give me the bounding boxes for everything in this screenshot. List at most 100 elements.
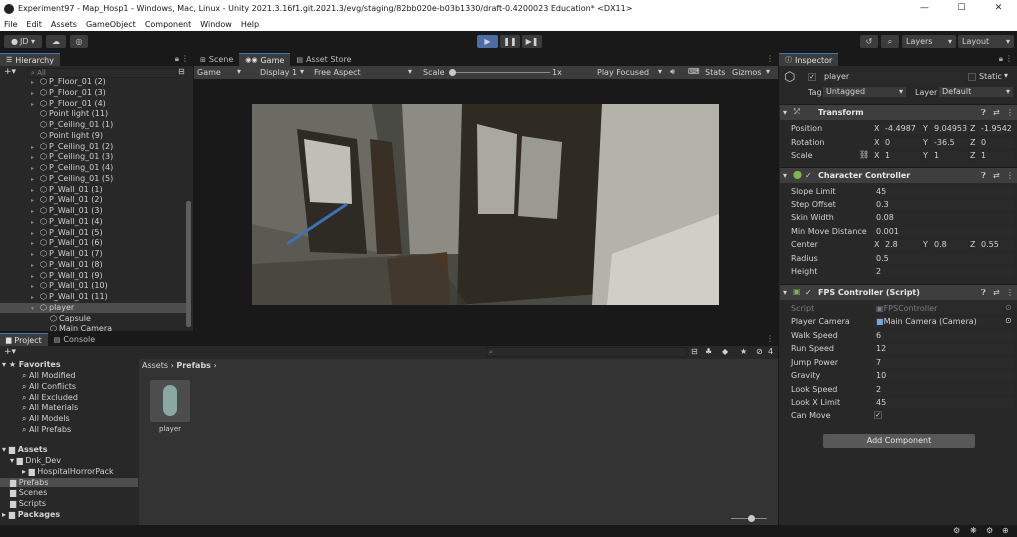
packages-header[interactable]: ▸ ▆ Packages (2, 510, 60, 519)
position-y-field[interactable]: 9.04953 (931, 124, 968, 134)
enabled-checkmark-icon[interactable]: ✓ (805, 171, 812, 180)
project-search-input[interactable]: ⌕ (486, 347, 687, 357)
step-button[interactable]: ▶❚ (522, 35, 542, 48)
radius-field[interactable]: 0.5 (873, 254, 1014, 264)
field-value-input[interactable]: 45 (873, 187, 1014, 197)
field-value-input[interactable]: 6 (873, 331, 1014, 341)
scale-x-field[interactable]: 1 (882, 151, 920, 161)
lock-icon[interactable]: 🔒︎ (999, 54, 1003, 64)
hierarchy-item[interactable]: ▸ ⬡ P_Ceiling_01 (3) (0, 152, 186, 163)
hierarchy-item[interactable]: ▸ ⬡ P_Floor_01 (2) (0, 77, 186, 88)
kebab-menu-icon[interactable]: ⋮ (181, 54, 189, 63)
help-icon[interactable]: ❓︎ (981, 171, 986, 181)
help-icon[interactable]: ❓︎ (981, 288, 986, 298)
rotation-y-field[interactable]: -36.5 (931, 138, 968, 148)
field-value-input[interactable]: 0.08 (873, 213, 1014, 223)
maximize-button[interactable]: ☐ (943, 0, 980, 17)
hierarchy-item[interactable]: ⬡ Capsule (0, 314, 186, 325)
breadcrumb-prefabs[interactable]: Prefabs (176, 361, 211, 370)
hierarchy-item[interactable]: ▸ ⬡ P_Ceiling_01 (5) (0, 174, 186, 185)
hierarchy-item[interactable]: ⬡ Point light (9) (0, 131, 186, 142)
kebab-menu-icon[interactable]: ⋮ (766, 54, 774, 63)
keyboard-icon[interactable]: ⌨ (688, 67, 700, 76)
kebab-menu-icon[interactable]: ⋮ (1006, 171, 1014, 180)
asset-thumbnail[interactable] (150, 380, 190, 422)
rotation-x-field[interactable]: 0 (882, 138, 920, 148)
aspect-dropdown[interactable]: Free Aspect (314, 68, 361, 77)
menu-file[interactable]: File (4, 20, 17, 29)
scale-slider-handle[interactable] (449, 69, 456, 76)
asset-folder-item[interactable]: ▆ Prefabs (0, 477, 138, 487)
favorites-header[interactable]: ▾ ★ Favorites (2, 360, 61, 369)
asset-item-label[interactable]: player (159, 425, 181, 433)
collab-button[interactable]: ◎ (70, 35, 88, 48)
favorites-item[interactable]: ⌕ All Conflicts (22, 382, 76, 392)
menu-window[interactable]: Window (200, 20, 232, 29)
add-component-button[interactable]: Add Component (823, 434, 975, 448)
hierarchy-item[interactable]: ▸ ⬡ P_Wall_01 (10) (0, 281, 186, 292)
game-mode-dropdown[interactable]: Game (197, 68, 221, 77)
character-controller-header[interactable]: ▾ ⬤ ✓ Character Controller ❓︎ ⇄ ⋮ (780, 167, 1017, 183)
favorite-star-icon[interactable]: ★ (740, 347, 747, 356)
position-x-field[interactable]: -4.4987 (882, 124, 920, 134)
transform-header[interactable]: ▾ ⤱ Transform ❓︎ ⇄ ⋮ (780, 104, 1017, 120)
breadcrumb-assets[interactable]: Assets (142, 361, 168, 370)
scale-z-field[interactable]: 1 (978, 151, 1014, 161)
favorites-item[interactable]: ⌕ All Excluded (22, 393, 78, 403)
label-tag-icon[interactable]: ◆ (722, 347, 728, 356)
tab-game[interactable]: ◉◉ Game (239, 53, 291, 66)
static-checkbox[interactable] (968, 73, 976, 81)
presets-icon[interactable]: ⇄ (993, 108, 1000, 117)
minimize-button[interactable]: — (906, 0, 943, 17)
presets-icon[interactable]: ⇄ (993, 171, 1000, 180)
menu-help[interactable]: Help (241, 20, 259, 29)
hierarchy-item[interactable]: ▸ ⬡ P_Wall_01 (7) (0, 249, 186, 260)
hierarchy-item[interactable]: ▾ ⬡ player (0, 302, 186, 314)
assets-header[interactable]: ▾ ▆ Assets (2, 445, 48, 454)
hierarchy-item[interactable]: ⬡ Point light (11) (0, 109, 186, 120)
debug-icon[interactable]: ❋ (970, 526, 977, 535)
favorites-item[interactable]: ⌕ All Modified (22, 371, 76, 381)
search-by-label-icon[interactable]: ♣ (705, 347, 712, 356)
menu-assets[interactable]: Assets (51, 20, 77, 29)
menu-component[interactable]: Component (145, 20, 191, 29)
field-value-input[interactable]: 0.3 (873, 200, 1014, 210)
cloud-button[interactable]: ☁ (46, 35, 66, 48)
can-move-checkbox[interactable]: ✓ (874, 411, 882, 419)
asset-folder-item[interactable]: ▸ ▆ HospitalHorrorPack (0, 467, 138, 476)
player-camera-field[interactable]: ■Main Camera (Camera) (873, 317, 1003, 327)
hierarchy-item[interactable]: ▸ ⬡ P_Wall_01 (9) (0, 271, 186, 282)
play-button[interactable]: ▶ (477, 35, 498, 48)
hierarchy-item[interactable]: ⬡ Main Camera (0, 324, 186, 331)
active-checkbox[interactable]: ✓ (808, 73, 816, 81)
hierarchy-item[interactable]: ▸ ⬡ P_Floor_01 (4) (0, 99, 186, 110)
menu-gameobject[interactable]: GameObject (86, 20, 136, 29)
settings-icon[interactable]: ⚙ (986, 526, 993, 535)
enabled-checkmark-icon[interactable]: ✓ (805, 288, 812, 297)
kebab-menu-icon[interactable]: ⋮ (1006, 108, 1014, 117)
object-name-input[interactable]: player (821, 72, 964, 83)
history-button[interactable]: ↺ (860, 35, 878, 48)
field-value-input[interactable]: 7 (873, 357, 1014, 368)
hierarchy-item[interactable]: ▸ ⬡ P_Wall_01 (6) (0, 238, 186, 249)
hierarchy-item[interactable]: ▸ ⬡ P_Wall_01 (5) (0, 228, 186, 239)
progress-icon[interactable]: ⚙ (953, 526, 960, 535)
fps-controller-header[interactable]: ▾ ▣ ✓ FPS Controller (Script) ❓︎ ⇄ ⋮ (780, 284, 1017, 300)
menu-edit[interactable]: Edit (26, 20, 42, 29)
hierarchy-item[interactable]: ▸ ⬡ P_Wall_01 (4) (0, 217, 186, 228)
account-dropdown[interactable]: ● JD ▾ (4, 35, 42, 48)
tag-dropdown[interactable]: Untagged ▾ (823, 87, 906, 97)
tab-asset-store[interactable]: ▤ Asset Store (290, 53, 357, 66)
position-z-field[interactable]: -1.9542 (978, 124, 1014, 134)
favorites-item[interactable]: ⌕ All Models (22, 414, 70, 424)
tab-hierarchy[interactable]: ☰ Hierarchy (0, 53, 60, 66)
pause-button[interactable]: ❚❚ (500, 35, 520, 48)
tab-scene[interactable]: ⊞ Scene (194, 53, 239, 66)
asset-folder-item[interactable]: ▆ Scenes (0, 488, 138, 497)
hierarchy-item[interactable]: ▸ ⬡ P_Floor_01 (3) (0, 88, 186, 99)
close-button[interactable]: ✕ (980, 0, 1017, 17)
account-status-icon[interactable]: ⊕ (1002, 526, 1009, 535)
create-add-button[interactable]: +▾ (4, 67, 16, 77)
object-picker-icon[interactable]: ⊙ (1005, 316, 1012, 325)
hierarchy-item[interactable]: ▸ ⬡ P_Ceiling_01 (4) (0, 163, 186, 174)
